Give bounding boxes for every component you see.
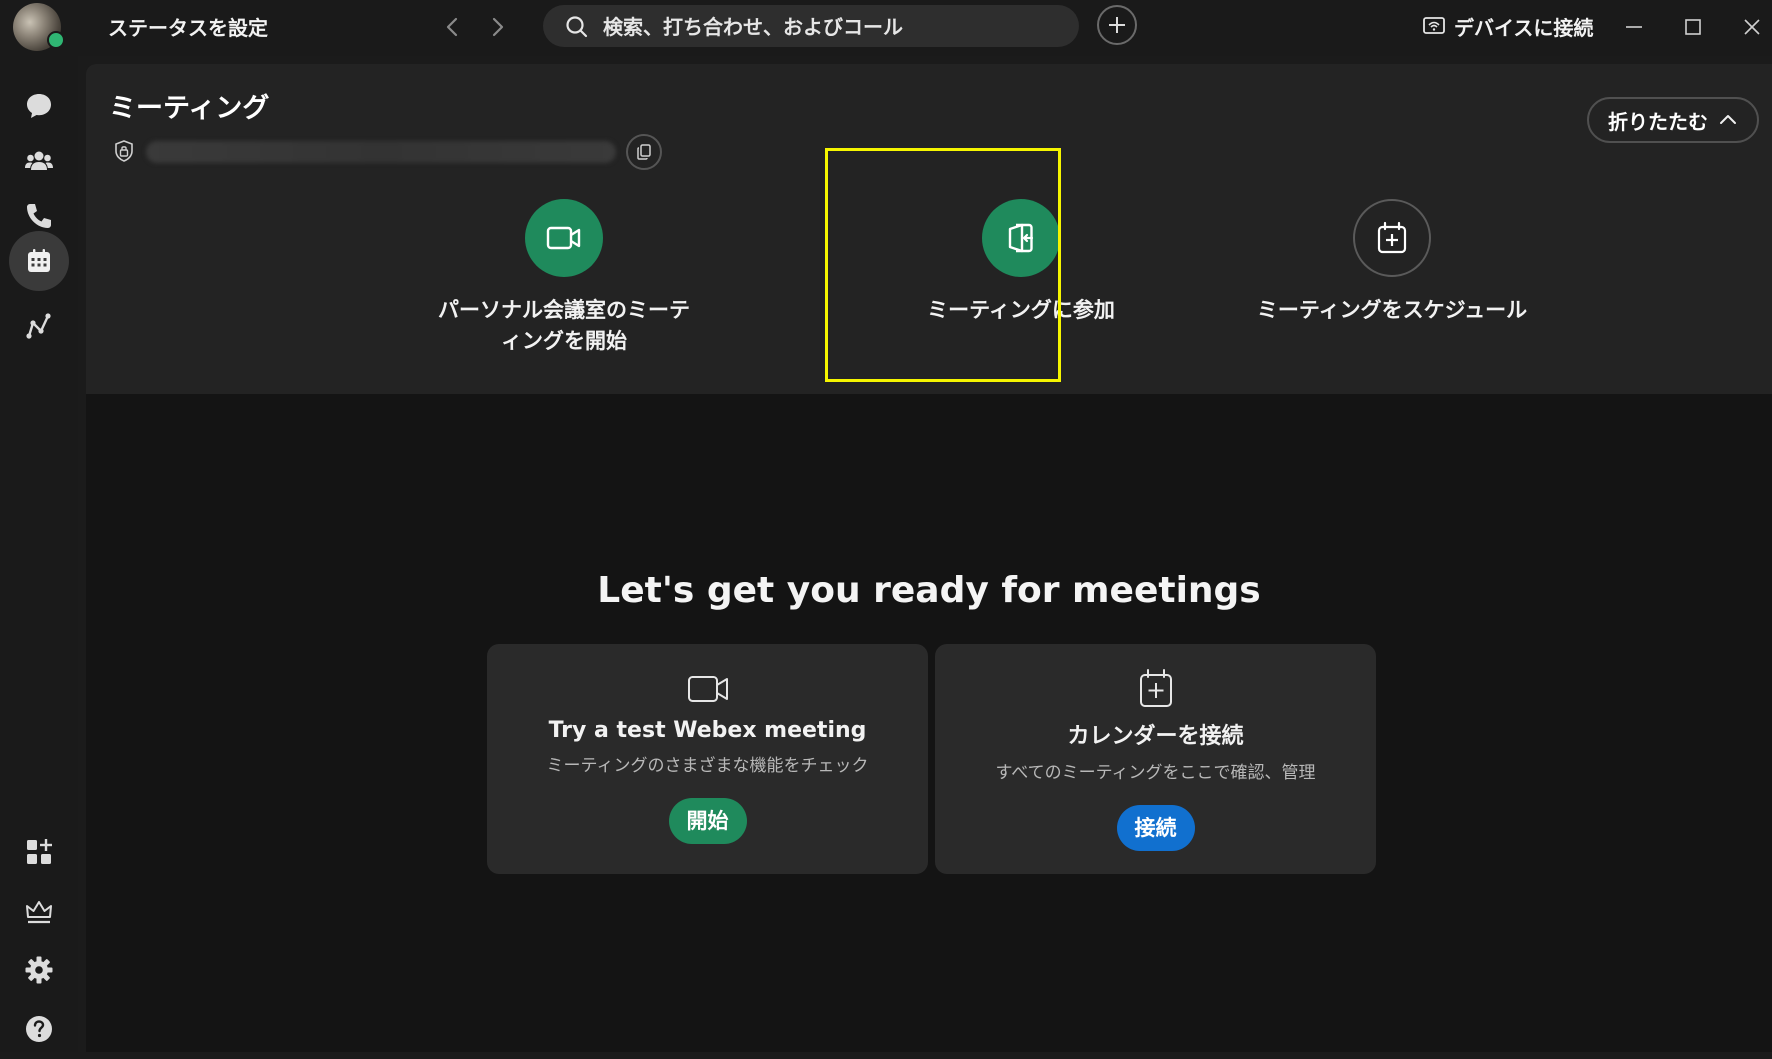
close-button[interactable] [1735, 10, 1769, 44]
device-connect-icon [1423, 17, 1445, 34]
presence-status-dot [47, 31, 65, 49]
collapse-button[interactable]: 折りたたむ [1587, 97, 1759, 143]
analytics-icon [26, 313, 51, 339]
minimize-button[interactable] [1617, 10, 1651, 44]
ready-title: Let's get you ready for meetings [597, 570, 1261, 611]
apps-icon [27, 839, 52, 864]
left-navigation-rail [0, 56, 78, 1052]
lock-icon [115, 140, 133, 162]
start-personal-room-circle[interactable] [525, 199, 603, 277]
rail-item-messaging[interactable] [9, 76, 69, 136]
collapse-label: 折りたたむ [1608, 109, 1708, 134]
connect-device-button[interactable]: デバイスに接続 [1422, 10, 1593, 42]
plus-icon [1109, 17, 1125, 33]
connect-calendar-card: カレンダーを接続 すべてのミーティングをここで確認、管理 接続 [935, 644, 1376, 874]
minimize-icon [1626, 26, 1642, 28]
calendar-add-icon [1134, 666, 1178, 710]
rail-item-settings[interactable] [9, 940, 69, 1000]
connect-calendar-subtitle: すべてのミーティングをここで確認、管理 [995, 763, 1316, 783]
rail-item-teams[interactable] [9, 131, 69, 191]
rail-item-meetings[interactable] [9, 231, 69, 291]
calendar-add-icon [1377, 221, 1407, 254]
maximize-icon [1685, 19, 1701, 35]
add-button[interactable] [1097, 5, 1137, 45]
schedule-meeting-circle[interactable] [1353, 199, 1431, 277]
personal-room-link-redacted [146, 141, 616, 163]
schedule-meeting-button[interactable]: ミーティングをスケジュール [1242, 199, 1542, 326]
test-meeting-card: Try a test Webex meeting ミーティングのさまざまな機能を… [487, 644, 928, 874]
start-test-meeting-button[interactable]: 開始 [668, 798, 747, 844]
start-personal-room-meeting-button[interactable]: パーソナル会議室のミーティングを開始 [414, 199, 714, 357]
help-icon [26, 1016, 52, 1042]
search-icon [566, 16, 588, 38]
highlight-box [825, 148, 1061, 382]
test-meeting-title: Try a test Webex meeting [548, 718, 867, 743]
teams-icon [25, 151, 53, 170]
rail-item-help[interactable] [9, 999, 69, 1059]
test-meeting-subtitle: ミーティングのさまざまな機能をチェック [546, 756, 869, 776]
video-camera-icon [546, 226, 581, 250]
set-status-button[interactable]: ステータスを設定 [108, 12, 268, 41]
connect-calendar-button[interactable]: 接続 [1116, 805, 1195, 851]
message-icon [27, 94, 51, 118]
phone-icon [27, 204, 51, 228]
search-input[interactable] [601, 9, 1065, 45]
search-bar[interactable] [543, 5, 1079, 47]
crown-icon [26, 901, 52, 924]
start-personal-room-label: パーソナル会議室のミーティングを開始 [438, 298, 690, 353]
connect-device-label: デバイスに接続 [1454, 15, 1594, 40]
forward-arrow-icon[interactable] [482, 12, 512, 42]
rail-item-apps[interactable] [9, 822, 69, 882]
close-icon [1744, 19, 1760, 35]
chevron-up-icon [1720, 115, 1736, 124]
video-camera-icon [686, 666, 730, 710]
page-title: ミーティング [109, 93, 270, 124]
gear-icon [25, 956, 53, 984]
back-arrow-icon[interactable] [438, 12, 468, 42]
calendar-icon [28, 249, 50, 272]
connect-calendar-title: カレンダーを接続 [1067, 724, 1244, 749]
maximize-button[interactable] [1676, 10, 1710, 44]
rail-item-upgrade[interactable] [9, 882, 69, 942]
copy-icon [637, 144, 651, 160]
rail-item-analytics[interactable] [9, 296, 69, 356]
title-bar: ステータスを設定 デバイスに接続 [0, 0, 1772, 56]
copy-link-button[interactable] [626, 134, 662, 170]
schedule-meeting-label: ミーティングをスケジュール [1256, 298, 1528, 322]
meetings-main-area: ミーティング 折りたたむ パーソナル会議室のミーティングを開始 ミーティングに参… [86, 64, 1772, 1052]
